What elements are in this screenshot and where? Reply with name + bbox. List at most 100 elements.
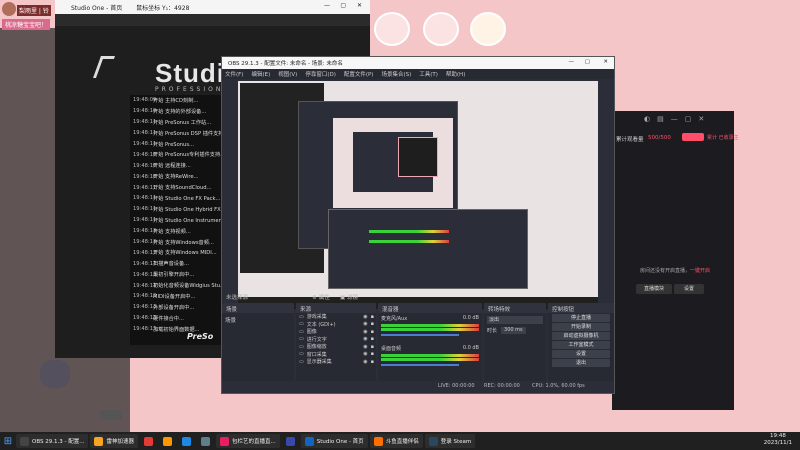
obs-menu-item[interactable]: 编辑(E) [251,70,270,78]
log-text: 开始 支持Windows MIDI... [153,250,217,257]
control-button[interactable]: 设置 [552,350,610,358]
sources-dock: 来源 ▭ 游戏采集 ◉ ▪ ▭ 文本 (GDI+) ◉ ▪ ▭ 图像 ◉ ▪ ▭ 进行文字 ◉ ▪ ▭ 图像缩放 ◉… [296,303,376,381]
log-text: 开始 支持SoundCloud... [153,185,212,192]
log-time: 19:48:13 [133,239,157,246]
eye-icon[interactable]: ◉ [363,359,367,365]
taskbar-item[interactable]: 雷神加速器 [90,434,138,448]
obs-preview[interactable] [238,81,598,309]
settings-button[interactable]: 设置 [674,284,704,294]
log-text: 开始 PreSonus... [153,141,194,148]
coord-label: 鼠标坐标 Y₁：4928 [136,5,190,12]
obs-menu-item[interactable]: 视图(V) [278,70,297,78]
taskbar-item[interactable]: 斗鱼直播伴侣 [369,434,423,448]
obs-menu-item[interactable]: 场景集合(S) [381,70,411,78]
taskbar-item[interactable]: 包栏艺的直播直... [215,434,280,448]
source-item[interactable]: ▭ 窗口采集 ◉ ▪ [296,351,376,359]
obs-menu-item[interactable]: 文件(F) [225,70,243,78]
source-item[interactable]: ▭ 图像缩放 ◉ ▪ [296,343,376,351]
scene-item[interactable]: 场景 [222,313,294,327]
volume-meter [381,324,479,327]
properties-button[interactable]: ⚙ 属性 [312,293,330,301]
obs-menu-item[interactable]: 停靠窗口(D) [305,70,336,78]
studio-one-menubar [55,14,370,26]
eye-icon[interactable]: ◉ [363,336,367,342]
log-time: 19:48:10 [133,162,157,169]
app-icon [428,436,438,446]
taskbar-item[interactable]: OBS 29.1.3 - 配置... [16,434,89,448]
window-controls[interactable]: ◐▤—▢✕ [644,115,711,123]
taskbar-item[interactable] [159,434,176,448]
counter-badge[interactable] [682,133,704,141]
taskbar-item[interactable] [282,434,299,448]
mixer-channel-db: 0.0 dB [462,345,479,351]
taskbar-item[interactable] [140,434,157,448]
eye-icon[interactable]: ◉ [363,314,367,320]
source-item[interactable]: ▭ 显示器采集 ◉ ▪ [296,358,376,366]
obs-menu-item[interactable]: 工具(T) [419,70,438,78]
log-text: 开始 远程连接... [153,163,191,170]
taskbar-item[interactable]: 登录 Steam [424,434,476,448]
lock-icon[interactable]: ▪ [371,314,374,320]
source-label: 图像 [306,329,317,336]
clock[interactable]: 19:48 2023/11/1 [764,433,792,447]
obs-minimize-icon[interactable]: — [569,59,575,65]
start-icon[interactable]: ⊞ [0,434,16,448]
eye-icon[interactable]: ◉ [363,351,367,357]
obs-close-icon[interactable]: ✕ [603,59,608,65]
module-button[interactable]: 直播模块 [636,284,672,294]
volume-slider[interactable] [381,334,460,336]
lock-icon[interactable]: ▪ [371,351,374,357]
control-button[interactable]: 停止直播 [552,314,610,322]
mixer-list: 麦克风/Aux 0.0 dB 桌面音频 0.0 dB [378,313,482,373]
lock-icon[interactable]: ▪ [371,344,374,350]
volume-meter [381,328,479,331]
eye-icon[interactable]: ◉ [363,321,367,327]
source-item[interactable]: ▭ 图像 ◉ ▪ [296,328,376,336]
source-item[interactable]: ▭ 文本 (GDI+) ◉ ▪ [296,321,376,329]
close-icon[interactable]: ✕ [357,2,362,9]
transition-dock-header: 转场特效 [484,303,546,313]
lock-icon[interactable]: ▪ [371,329,374,335]
source-item[interactable]: ▭ 游戏采集 ◉ ▪ [296,313,376,321]
log-time: 19:48:10 [133,173,157,180]
obs-menu-item[interactable]: 帮助(H) [446,70,465,78]
taskbar-item[interactable] [178,434,195,448]
duration-input[interactable]: 300 ms [501,327,526,334]
app-icon [200,436,210,446]
app-icon [94,436,104,446]
control-button[interactable]: 工作室模式 [552,341,610,349]
obs-maximize-icon[interactable]: ▢ [585,59,590,65]
left-panel-button[interactable] [100,410,122,420]
source-label: 进行文字 [306,336,327,343]
lock-icon[interactable]: ▪ [371,336,374,342]
source-item[interactable]: ▭ 进行文字 ◉ ▪ [296,336,376,344]
taskbar-item[interactable]: Studio One - 首页 [300,434,368,448]
control-button[interactable]: 启动虚拟摄像机 [552,332,610,340]
empty-room-text: 房间还没有开启直播，一键开启 [640,268,711,274]
source-type-icon: ▭ [299,351,304,358]
control-button[interactable]: 开始录制 [552,323,610,331]
lock-icon[interactable]: ▪ [371,321,374,327]
start-link[interactable]: 一键开启 [690,268,710,274]
maximize-icon[interactable]: ▢ [340,2,346,9]
mixer-dock: 混音器 麦克风/Aux 0.0 dB 桌面音频 0.0 dB [378,303,482,381]
lock-icon[interactable]: ▪ [371,359,374,365]
mixer-channel-name: 麦克风/Aux [381,316,408,322]
preview-nested-docks [328,209,528,289]
transition-select[interactable]: 淡出 [487,316,543,324]
obs-menu-item[interactable]: 配置文件(P) [344,70,374,78]
taskbar-label: 斗鱼直播伴侣 [385,439,419,445]
eye-icon[interactable]: ◉ [363,329,367,335]
taskbar-item[interactable] [197,434,214,448]
preview-center-window [398,137,438,177]
filters-button[interactable]: ▣ 滤镜 [340,293,358,301]
eye-icon[interactable]: ◉ [363,344,367,350]
minimize-icon[interactable]: — [324,2,330,9]
source-type-icon: ▭ [299,313,304,320]
source-hint-bar: 未选择源 ⚙ 属性 ▣ 滤镜 [222,291,614,301]
source-label: 图像缩放 [306,344,327,351]
volume-slider[interactable] [381,364,460,366]
control-button[interactable]: 退出 [552,359,610,367]
taskbar: ⊞ OBS 29.1.3 - 配置... 雷神加速器 包栏艺的直播直... Studi… [0,432,800,450]
log-time: 19:48:13 [133,249,157,256]
